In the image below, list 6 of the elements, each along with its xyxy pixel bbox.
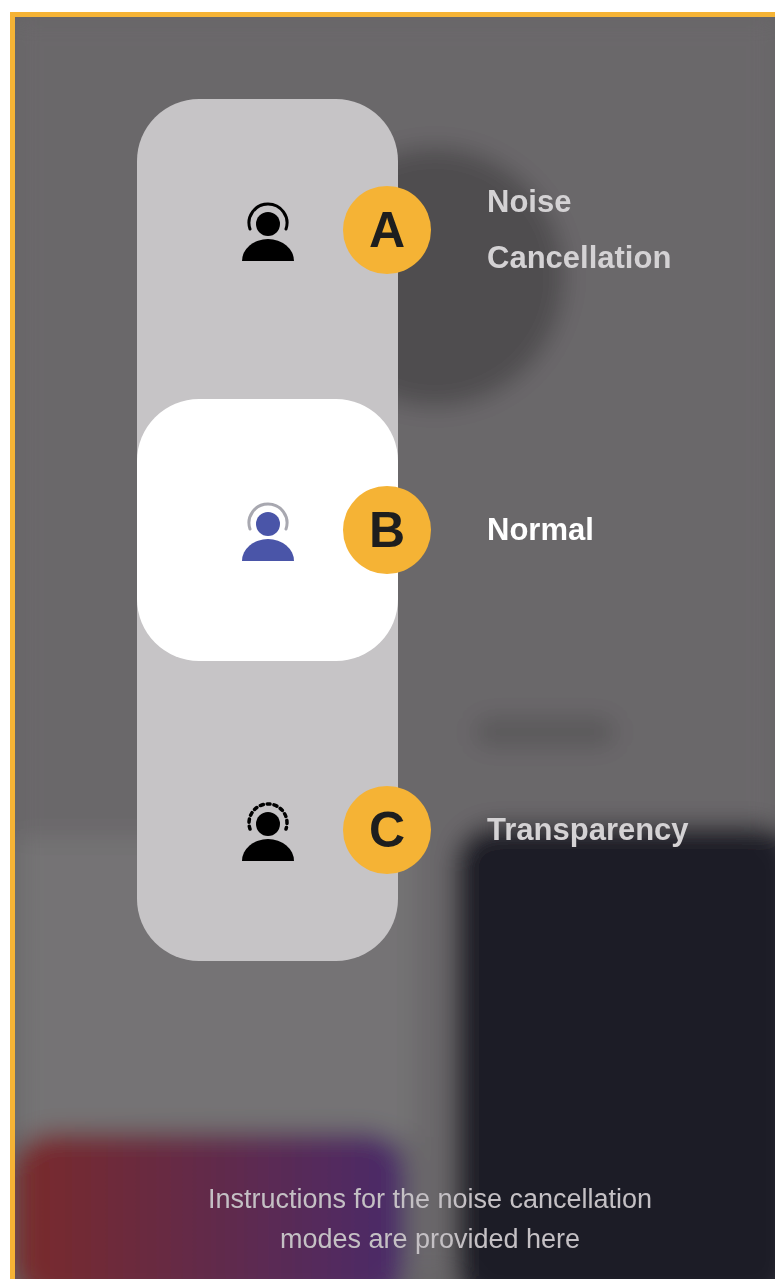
mode-label: Transparency: [487, 811, 690, 849]
caption: Instructions for the noise cancellation modes are provided here: [206, 1183, 654, 1256]
mode-label: Noise Cancellation: [487, 183, 673, 277]
callout-badge: C: [343, 786, 431, 874]
callout-badge: A: [343, 186, 431, 274]
mode-label: Normal: [487, 511, 595, 549]
